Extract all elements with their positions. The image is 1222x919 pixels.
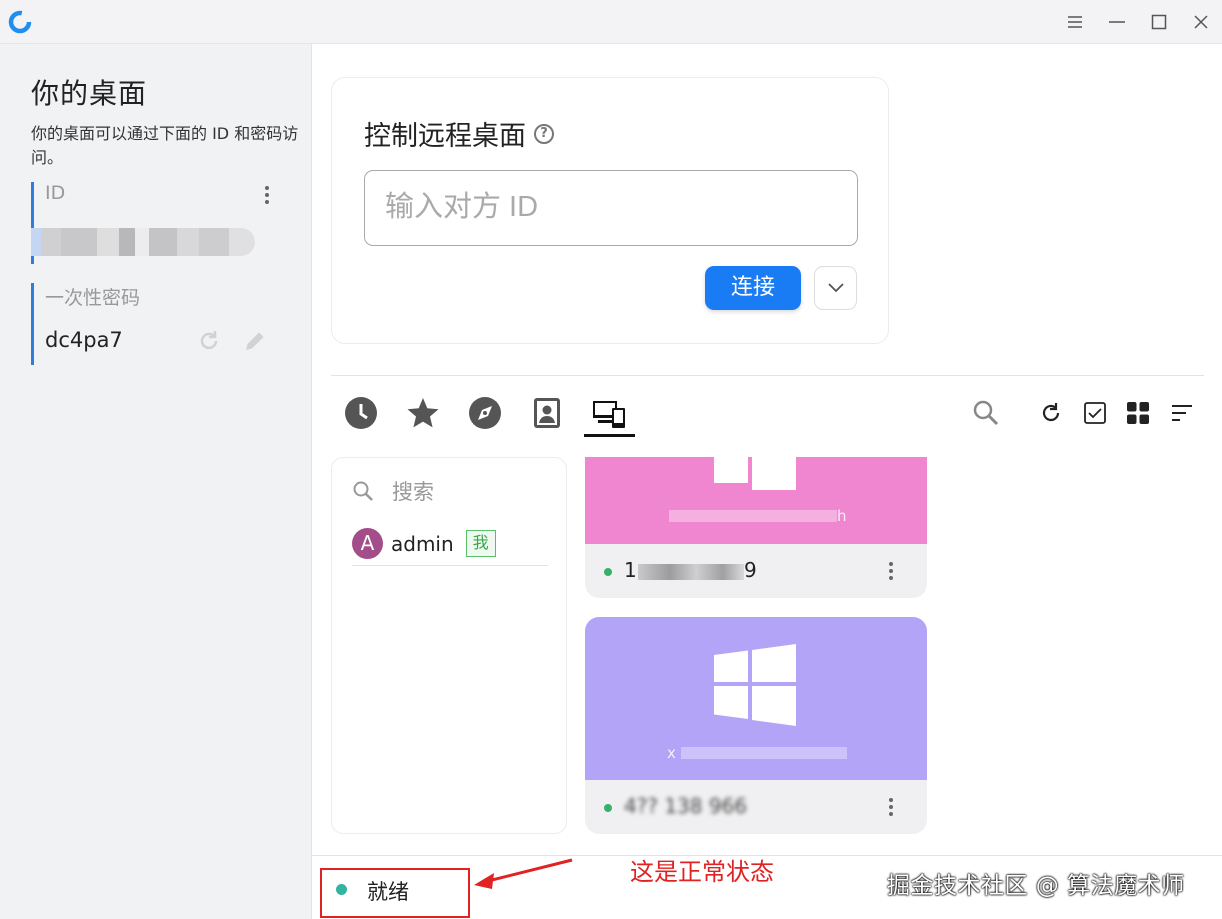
menu-icon[interactable] bbox=[1060, 8, 1090, 36]
user-name: admin bbox=[391, 531, 454, 556]
edit-password-icon[interactable] bbox=[242, 328, 268, 358]
panel-description: 你的桌面可以通过下面的 ID 和密码访问。 bbox=[31, 124, 299, 167]
status-highlight-box: 就绪 bbox=[320, 868, 470, 918]
connect-button[interactable]: 连接 bbox=[705, 266, 801, 310]
address-book-search[interactable]: 搜索 bbox=[352, 476, 434, 506]
password-label: 一次性密码 bbox=[45, 287, 141, 309]
user-list-item[interactable]: A admin 我 bbox=[352, 528, 496, 559]
close-icon[interactable] bbox=[1186, 8, 1216, 36]
your-desktop-panel: 你的桌面 你的桌面可以通过下面的 ID 和密码访问。 ID 一次性密码 dc4p… bbox=[0, 44, 312, 919]
peer-name-redacted bbox=[681, 747, 847, 759]
active-tab-indicator bbox=[584, 434, 635, 437]
section-divider bbox=[331, 375, 1204, 376]
peer-footer: 1 9 bbox=[585, 544, 927, 598]
password-field: 一次性密码 dc4pa7 bbox=[31, 283, 291, 365]
search-placeholder: 搜索 bbox=[392, 480, 434, 504]
annotation-text: 这是正常状态 bbox=[630, 858, 774, 886]
status-dot bbox=[336, 884, 347, 895]
peer-name: h bbox=[837, 507, 847, 525]
sort-icon[interactable] bbox=[1169, 400, 1195, 426]
peer-id-start: 1 bbox=[624, 558, 637, 582]
list-divider bbox=[352, 565, 548, 566]
watermark: 掘金技术社区 @ 算法魔术师 bbox=[887, 873, 1185, 899]
refresh-icon[interactable] bbox=[1038, 400, 1064, 426]
card-title-text: 控制远程桌面 bbox=[364, 121, 526, 152]
id-value-redacted[interactable] bbox=[31, 228, 255, 256]
peer-name: x bbox=[667, 744, 676, 762]
address-book-icon[interactable] bbox=[530, 396, 564, 430]
peer-id: 4?? 138 966 bbox=[624, 794, 748, 818]
select-icon[interactable] bbox=[1082, 400, 1108, 426]
peer-more-icon[interactable] bbox=[887, 560, 895, 582]
peer-card[interactable]: x 4?? 138 966 bbox=[585, 617, 927, 834]
control-remote-card: 控制远程桌面 ? 输入对方 ID 连接 bbox=[331, 77, 889, 344]
help-icon[interactable]: ? bbox=[534, 123, 554, 144]
online-status-dot bbox=[604, 804, 612, 812]
peer-thumbnail[interactable]: h bbox=[585, 457, 927, 544]
chevron-down-icon bbox=[827, 283, 844, 293]
rustdesk-logo-icon bbox=[7, 9, 33, 35]
more-options-icon[interactable] bbox=[257, 184, 277, 206]
remote-id-input[interactable]: 输入对方 ID bbox=[364, 170, 858, 246]
status-text: 就绪 bbox=[367, 880, 409, 904]
peer-id-redacted bbox=[638, 564, 744, 580]
title-bar bbox=[0, 0, 1222, 44]
id-field: ID bbox=[31, 182, 291, 264]
peer-name-redacted bbox=[669, 510, 837, 522]
avatar: A bbox=[352, 528, 383, 559]
status-bar: 就绪 这是正常状态 掘金技术社区 @ 算法魔术师 bbox=[312, 855, 1222, 919]
peer-footer: 4?? 138 966 bbox=[585, 780, 927, 834]
peer-more-icon[interactable] bbox=[887, 796, 895, 818]
peer-id-end: 9 bbox=[744, 558, 757, 582]
windows-icon bbox=[714, 457, 796, 490]
card-title: 控制远程桌面 ? bbox=[364, 114, 554, 153]
discovered-icon[interactable] bbox=[468, 396, 502, 430]
id-label: ID bbox=[45, 182, 66, 204]
annotation-arrow bbox=[474, 858, 573, 889]
maximize-icon[interactable] bbox=[1144, 8, 1174, 36]
peer-thumbnail[interactable]: x bbox=[585, 617, 927, 780]
connect-options-button[interactable] bbox=[814, 266, 857, 310]
group-icon[interactable] bbox=[592, 396, 626, 430]
address-book-panel: 搜索 A admin 我 bbox=[331, 457, 567, 834]
online-status-dot bbox=[604, 568, 612, 576]
recent-icon[interactable] bbox=[344, 396, 378, 430]
windows-icon bbox=[714, 644, 796, 726]
search-icon bbox=[353, 481, 373, 501]
search-icon[interactable] bbox=[971, 400, 1001, 426]
me-badge: 我 bbox=[465, 530, 496, 557]
grid-view-icon[interactable] bbox=[1125, 400, 1151, 426]
peer-card[interactable]: h 1 9 bbox=[585, 457, 927, 598]
favorites-icon[interactable] bbox=[406, 396, 440, 430]
panel-title: 你的桌面 bbox=[31, 77, 148, 110]
refresh-password-icon[interactable] bbox=[196, 328, 222, 358]
minimize-icon[interactable] bbox=[1102, 8, 1132, 36]
